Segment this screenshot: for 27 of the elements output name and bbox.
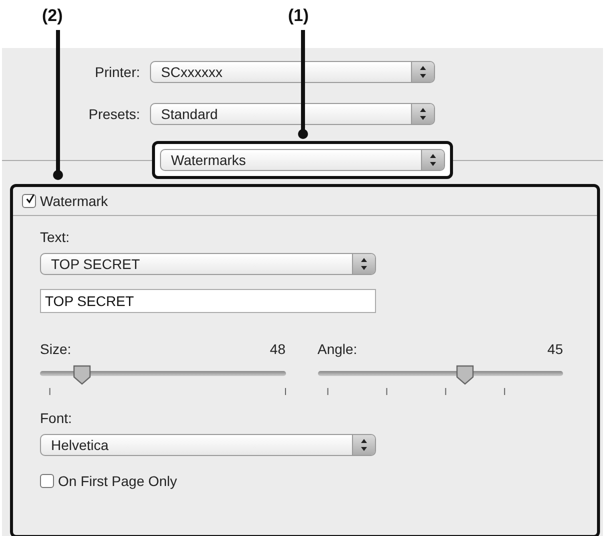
field-label: Printer:	[94, 64, 141, 80]
slider-thumb[interactable]	[72, 364, 92, 386]
popup-menu[interactable]: TOP SECRET	[40, 253, 376, 275]
up-down-arrows-icon	[421, 150, 444, 170]
slider-label: Angle:	[318, 341, 358, 357]
slider-value: 48	[270, 341, 286, 357]
up-down-arrows-icon	[411, 62, 434, 82]
popup-menu[interactable]: Helvetica	[40, 434, 376, 456]
popup-menu[interactable]: SCxxxxxx	[150, 61, 435, 83]
slider-thumb[interactable]	[454, 364, 475, 386]
field-label: Presets:	[88, 106, 141, 122]
callout-label: (2)	[42, 6, 63, 26]
field-label: Text:	[40, 229, 70, 245]
checkbox[interactable]	[22, 194, 36, 208]
popup-menu[interactable]: Watermarks	[160, 149, 445, 171]
up-down-arrows-icon	[352, 254, 375, 274]
popup-menu[interactable]: Standard	[150, 103, 435, 125]
checkbox-label: Watermark	[40, 193, 108, 209]
text-field[interactable]: TOP SECRET	[40, 289, 376, 313]
field-label: Font:	[40, 410, 72, 426]
slider-value: 45	[547, 341, 563, 357]
checkbox[interactable]	[40, 474, 54, 488]
up-down-arrows-icon	[411, 104, 434, 124]
slider-label: Size:	[40, 341, 72, 357]
callout-label: (1)	[288, 6, 309, 26]
checkbox-label: On First Page Only	[58, 473, 178, 489]
up-down-arrows-icon	[352, 435, 375, 455]
